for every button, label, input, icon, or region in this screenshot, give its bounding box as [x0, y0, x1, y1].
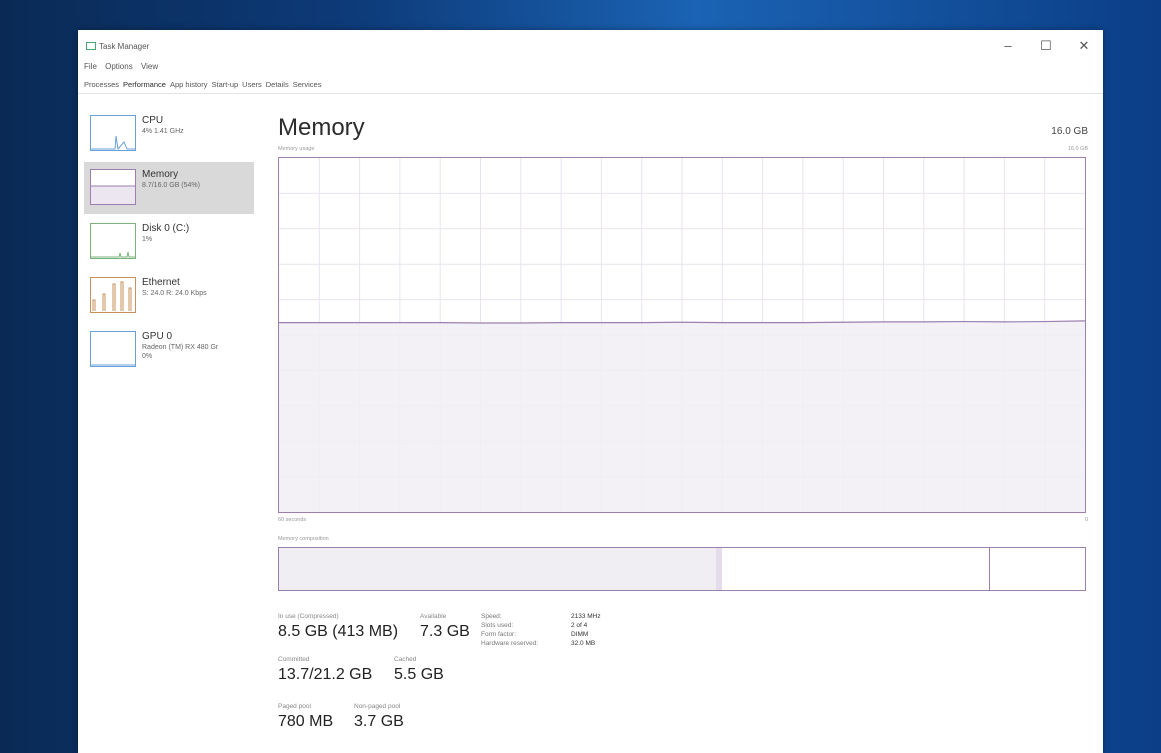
sidebar-sub-memory: 8.7/16.0 GB (54%) — [142, 182, 200, 189]
stat-nonpaged-pool-value: 3.7 GB — [354, 713, 404, 730]
title-bar[interactable]: Task Manager – ☐ ✕ — [78, 30, 1103, 56]
tab-users[interactable]: Users — [242, 80, 262, 90]
sidebar-item-cpu[interactable]: CPU 4% 1.41 GHz — [84, 108, 254, 160]
sidebar-sub-gpu: Radeon (TM) RX 480 Gr — [142, 344, 219, 351]
performance-sidebar: CPU 4% 1.41 GHz Memory 8.7/16.0 GB (54%)… — [84, 108, 254, 378]
stat-in-use-label: In use (Compressed) — [278, 613, 339, 620]
detail-key: Hardware reserved: — [481, 640, 539, 647]
sidebar-label-cpu: CPU — [142, 115, 164, 126]
task-manager-icon — [86, 42, 96, 50]
stat-available: Available 7.3 GB — [420, 613, 470, 641]
total-memory: 16.0 GB — [1051, 126, 1088, 137]
stat-committed-value: 13.7/21.2 GB — [278, 666, 373, 683]
detail-key: Form factor: — [481, 631, 517, 638]
stat-paged-pool-value: 780 MB — [278, 713, 334, 730]
stat-nonpaged-pool-label: Non-paged pool — [354, 703, 401, 710]
stat-available-value: 7.3 GB — [420, 623, 470, 640]
stat-in-use-value: 8.5 GB (413 MB) — [278, 623, 399, 640]
stat-cached-label: Cached — [394, 656, 417, 663]
menu-bar: File Options View — [84, 62, 164, 71]
sidebar-label-ethernet: Ethernet — [142, 277, 180, 288]
minimize-button[interactable]: – — [993, 38, 1023, 53]
tab-processes[interactable]: Processes — [84, 80, 119, 90]
stat-committed: Committed 13.7/21.2 GB — [278, 656, 372, 684]
detail-value: 2133 MHz — [571, 613, 601, 620]
axis-left-label: 60 seconds — [278, 517, 307, 523]
stat-committed-label: Committed — [278, 656, 310, 663]
sidebar-label-gpu: GPU 0 — [142, 331, 173, 342]
cpu-thumbnail-graph — [90, 115, 136, 151]
window-title-text: Task Manager — [99, 42, 150, 51]
window-title: Task Manager — [86, 42, 149, 51]
graph-max-label: 16.0 GB — [1067, 146, 1088, 152]
tab-startup[interactable]: Start-up — [211, 80, 238, 90]
stat-paged-pool: Paged pool 780 MB — [278, 703, 333, 731]
memory-usage-svg — [279, 158, 1085, 512]
detail-row-form-factor: Form factor: DIMM — [481, 631, 601, 640]
sidebar-label-memory: Memory — [142, 169, 179, 180]
menu-view[interactable]: View — [141, 62, 158, 71]
composition-standby-segment — [722, 548, 990, 590]
detail-value: DIMM — [571, 631, 589, 638]
stat-nonpaged-pool: Non-paged pool 3.7 GB — [354, 703, 404, 731]
menu-options[interactable]: Options — [105, 62, 133, 71]
memory-composition-bar — [278, 547, 1086, 591]
close-button[interactable]: ✕ — [1069, 38, 1099, 54]
axis-right-label: 0 — [1084, 517, 1088, 523]
tab-divider — [78, 93, 1103, 94]
composition-label: Memory composition — [278, 536, 329, 542]
tab-services[interactable]: Services — [293, 80, 322, 90]
stat-paged-pool-label: Paged pool — [278, 703, 311, 710]
tab-details[interactable]: Details — [266, 80, 289, 90]
sidebar-item-disk[interactable]: Disk 0 (C:) 1% — [84, 216, 254, 268]
sidebar-item-memory[interactable]: Memory 8.7/16.0 GB (54%) — [84, 162, 254, 214]
sidebar-sub-ethernet: S: 24.0 R: 24.0 Kbps — [142, 290, 207, 297]
detail-row-speed: Speed: 2133 MHz — [481, 613, 601, 622]
ethernet-thumbnail-graph — [90, 277, 136, 313]
detail-value: 2 of 4 — [571, 622, 588, 629]
composition-in-use-segment — [279, 548, 717, 590]
detail-value: 32.0 MB — [571, 640, 596, 647]
page-title: Memory — [278, 114, 365, 141]
detail-key: Speed: — [481, 613, 502, 620]
stat-available-label: Available — [420, 613, 447, 620]
sidebar-item-gpu[interactable]: GPU 0 Radeon (TM) RX 480 Gr 0% — [84, 324, 254, 376]
tab-app-history[interactable]: App history — [170, 80, 208, 90]
sidebar-sub-cpu: 4% 1.41 GHz — [142, 128, 184, 135]
gpu-thumbnail-graph — [90, 331, 136, 367]
tab-performance[interactable]: Performance — [123, 80, 166, 90]
disk-thumbnail-graph — [90, 223, 136, 259]
task-manager-window: Task Manager – ☐ ✕ File Options View Pro… — [78, 30, 1103, 753]
detail-key: Slots used: — [481, 622, 514, 629]
memory-usage-area — [279, 320, 1085, 512]
sidebar-sub2-gpu: 0% — [142, 353, 153, 360]
maximize-button[interactable]: ☐ — [1031, 38, 1061, 54]
tab-bar: Processes Performance App history Start-… — [84, 80, 325, 90]
stat-cached: Cached 5.5 GB — [394, 656, 444, 684]
detail-row-hardware-reserved: Hardware reserved: 32.0 MB — [481, 640, 601, 649]
sidebar-sub-disk: 1% — [142, 236, 153, 243]
sidebar-label-disk: Disk 0 (C:) — [142, 223, 190, 234]
detail-row-slots: Slots used: 2 of 4 — [481, 622, 601, 631]
memory-details: Speed: 2133 MHz Slots used: 2 of 4 Form fa… — [481, 613, 601, 649]
memory-thumbnail-graph — [90, 169, 136, 205]
stat-in-use: In use (Compressed) 8.5 GB (413 MB) — [278, 613, 398, 641]
sidebar-item-ethernet[interactable]: Ethernet S: 24.0 R: 24.0 Kbps — [84, 270, 254, 322]
memory-usage-graph — [278, 157, 1086, 513]
menu-file[interactable]: File — [84, 62, 97, 71]
stat-cached-value: 5.5 GB — [394, 666, 444, 683]
graph-label: Memory usage — [278, 146, 315, 152]
